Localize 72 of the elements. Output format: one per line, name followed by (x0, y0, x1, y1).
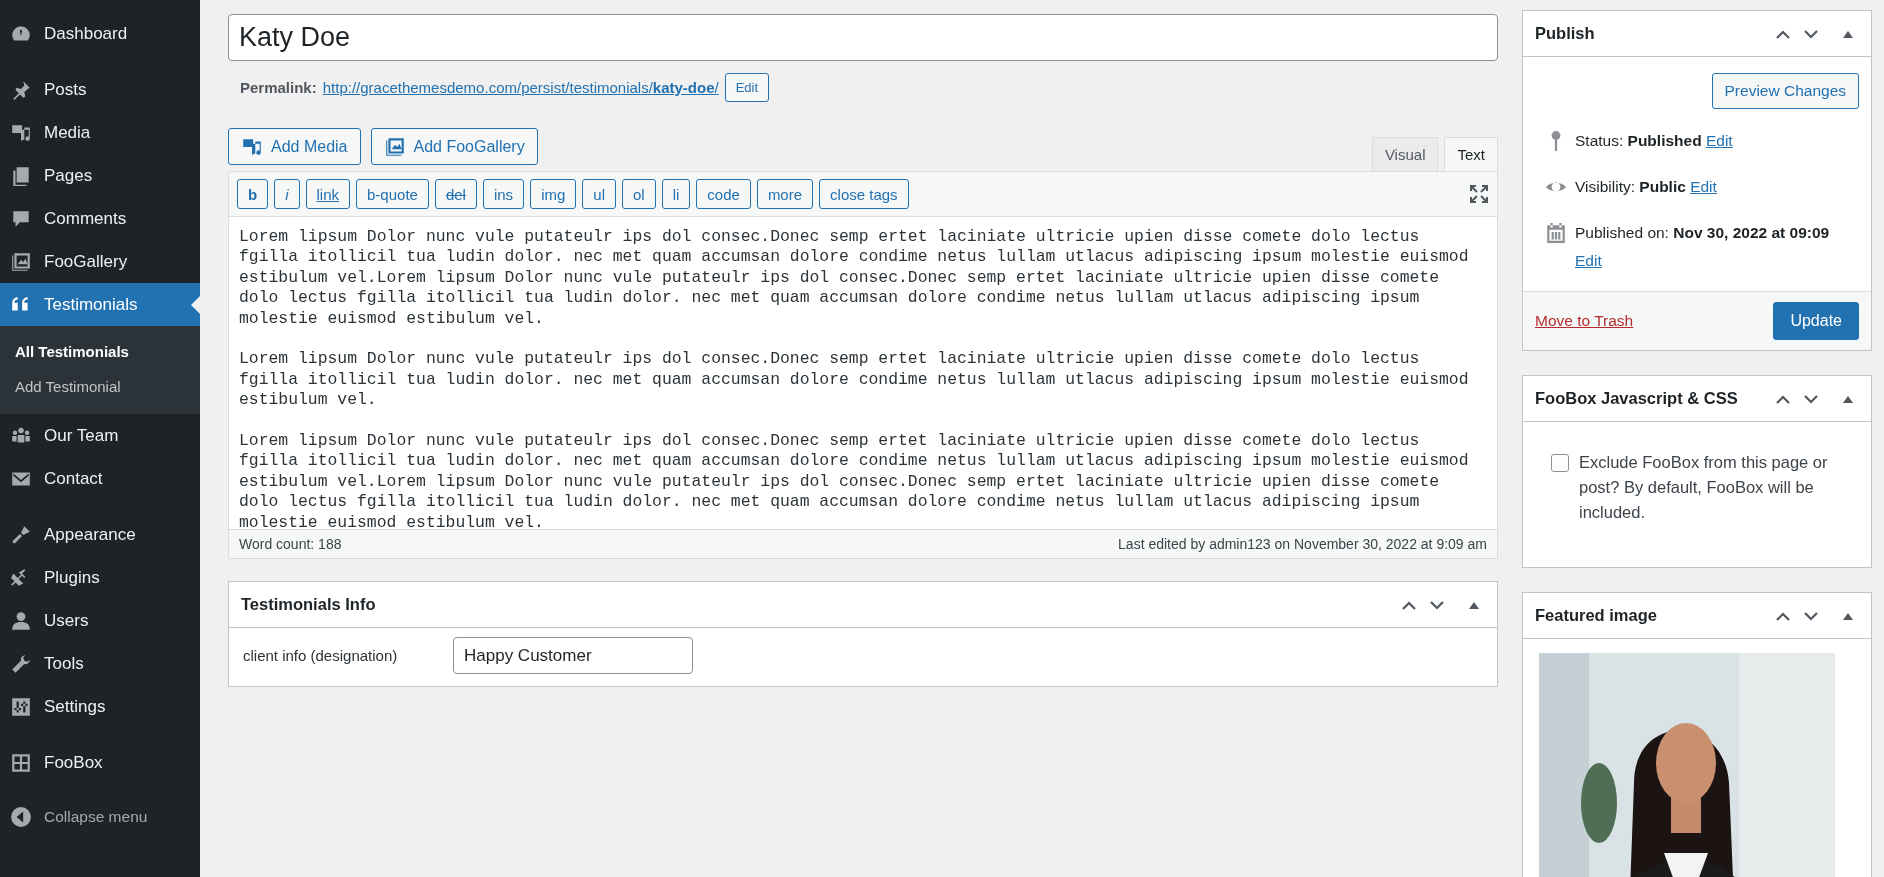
permalink-link[interactable]: http://gracethemesdemo.com/persist/testimonials/katy-doe/ (322, 79, 719, 96)
field-label: client info (designation) (243, 647, 399, 664)
quicktag-button[interactable]: ol (622, 179, 656, 209)
collapse-menu-button[interactable]: Collapse menu (0, 797, 200, 837)
permalink-label: Permalink: (240, 79, 317, 96)
sidebar-item[interactable]: Posts (0, 68, 200, 111)
exclude-checkbox[interactable] (1551, 454, 1569, 472)
fullscreen-icon[interactable] (1469, 184, 1489, 204)
quicktag-button[interactable]: del (434, 179, 477, 209)
menu-icon (10, 250, 32, 273)
quicktag-button[interactable]: b (237, 179, 269, 209)
edit-link[interactable]: Edit (1690, 178, 1717, 195)
sidebar-item[interactable]: Users (0, 599, 200, 642)
sidebar-item[interactable]: Tools (0, 642, 200, 685)
submenu-item[interactable]: All Testimonials (0, 334, 200, 369)
editor-tab[interactable]: Text (1444, 137, 1498, 171)
sidebar-item[interactable]: Comments (0, 197, 200, 240)
quicktag-button[interactable]: close tags (819, 179, 909, 209)
collapse-icon (10, 806, 32, 828)
sidebar-item[interactable]: Media (0, 111, 200, 154)
sidebar-item[interactable]: Plugins (0, 556, 200, 599)
submenu-item[interactable]: Add Testimonial (0, 369, 200, 404)
media-button[interactable]: Add FooGallery (370, 128, 538, 165)
quicktag-button[interactable]: ul (582, 179, 616, 209)
menu-icon (10, 164, 32, 187)
publish-info-text: Status: Published (1575, 132, 1702, 149)
publish-info-text: Visibility: Public (1575, 178, 1686, 195)
sidebar-item[interactable]: FooBox (0, 741, 200, 784)
sidebar-item[interactable]: Contact (0, 457, 200, 500)
preview-changes-button[interactable]: Preview Changes (1711, 73, 1859, 109)
edit-link[interactable]: Edit (1705, 132, 1733, 149)
designation-field[interactable]: Happy Customer (453, 637, 693, 674)
menu-icon (10, 751, 32, 774)
menu-icon (10, 652, 32, 675)
menu-icon (10, 523, 32, 546)
menu-icon (10, 695, 32, 718)
publish-info-text: Published on: Nov 30, 2022 at 09:09 (1575, 224, 1830, 241)
media-button[interactable]: Add Media (228, 128, 361, 165)
checkbox-label: Exclude FooBox from this page or post? By default, FooBox will be included. (1579, 452, 1829, 523)
word-count: Word count: 188 (239, 536, 342, 552)
quicktag-button[interactable]: b-quote (356, 179, 429, 209)
quicktag-button[interactable]: code (696, 179, 751, 209)
editor-paragraph: Lorem lipsum Dolor nunc vule putateulr ips dol consec.Donec semp ertet laciniate ultricie upien disse comete dolo lectus fgilla itollicil tua ludin dolor. nec met quam accumsan dolore condime netus lullam utlacus adipiscing ipsum molestie euismod estibulum vel. (239, 349, 1470, 411)
gallery-icon (383, 135, 406, 158)
sidebar-item[interactable]: Our Team (0, 414, 200, 457)
editor-paragraph: Lorem lipsum Dolor nunc vule putateulr ips dol consec.Donec semp ertet laciniate ultricie upien disse comete dolo lectus fgilla itollicil tua ludin dolor. nec met quam accumsan dolore condime netus lullam utlacus adipiscing ipsum molestie euismod estibulum vel.Lorem lipsum Dolor nunc vule putateulr ips dol consec.Donec semp ertet laciniate ultricie upien disse comete dolo lectus fgilla itollicil tua ludin dolor. nec met quam accumsan dolore condime netus lullam utlacus adipiscing ipsum molestie euismod estibulum vel. (239, 431, 1470, 529)
panel-title: Testimonials Info (241, 595, 377, 614)
quicktag-button[interactable]: img (530, 179, 577, 209)
sidebar-item[interactable]: Pages (0, 154, 200, 197)
sidebar-item[interactable]: FooGallery (0, 240, 200, 283)
quicktag-button[interactable]: li (661, 179, 691, 209)
sidebar-item[interactable]: Appearance (0, 513, 200, 556)
move-to-trash-link[interactable]: Move to Trash (1535, 312, 1634, 330)
quicktag-button[interactable]: link (305, 179, 351, 209)
panel-title: Featured image (1535, 606, 1658, 625)
sidebar-item[interactable]: Testimonials (0, 283, 200, 326)
edit-link[interactable]: Edit (1575, 252, 1602, 269)
calendar-icon (1545, 222, 1567, 244)
quicktag-button[interactable]: more (756, 179, 814, 209)
sidebar-item[interactable]: Dashboard (0, 12, 200, 55)
panel-title: Publish (1535, 24, 1596, 43)
quicktag-button[interactable]: i (274, 179, 300, 209)
menu-icon (10, 609, 32, 632)
title-field[interactable]: Katy Doe (228, 14, 1498, 61)
update-button[interactable]: Update (1773, 302, 1859, 340)
edit-permalink-button[interactable]: Edit (724, 73, 770, 102)
panel-title: FooBox Javascript & CSS (1535, 389, 1739, 408)
quicktag-button[interactable]: ins (482, 179, 525, 209)
sidebar-item[interactable]: Settings (0, 685, 200, 728)
editor-paragraph: Lorem lipsum Dolor nunc vule putateulr ips dol consec.Donec semp ertet laciniate ultricie upien disse comete dolo lectus fgilla itollicil tua ludin dolor. nec met quam accumsan dolore condime netus lullam utlacus adipiscing ipsum molestie euismod estibulum vel.Lorem lipsum Dolor nunc vule putateulr ips dol consec.Donec semp ertet laciniate ultricie upien disse comete dolo lectus fgilla itollicil tua ludin dolor. nec met quam accumsan dolore condime netus lullam utlacus adipiscing ipsum molestie euismod estibulum vel. (239, 227, 1470, 330)
last-edited-text: Last edited by admin123 on November 30, 2022 at 9:09 am (1118, 536, 1487, 552)
editor-tab[interactable]: Visual (1371, 137, 1439, 171)
